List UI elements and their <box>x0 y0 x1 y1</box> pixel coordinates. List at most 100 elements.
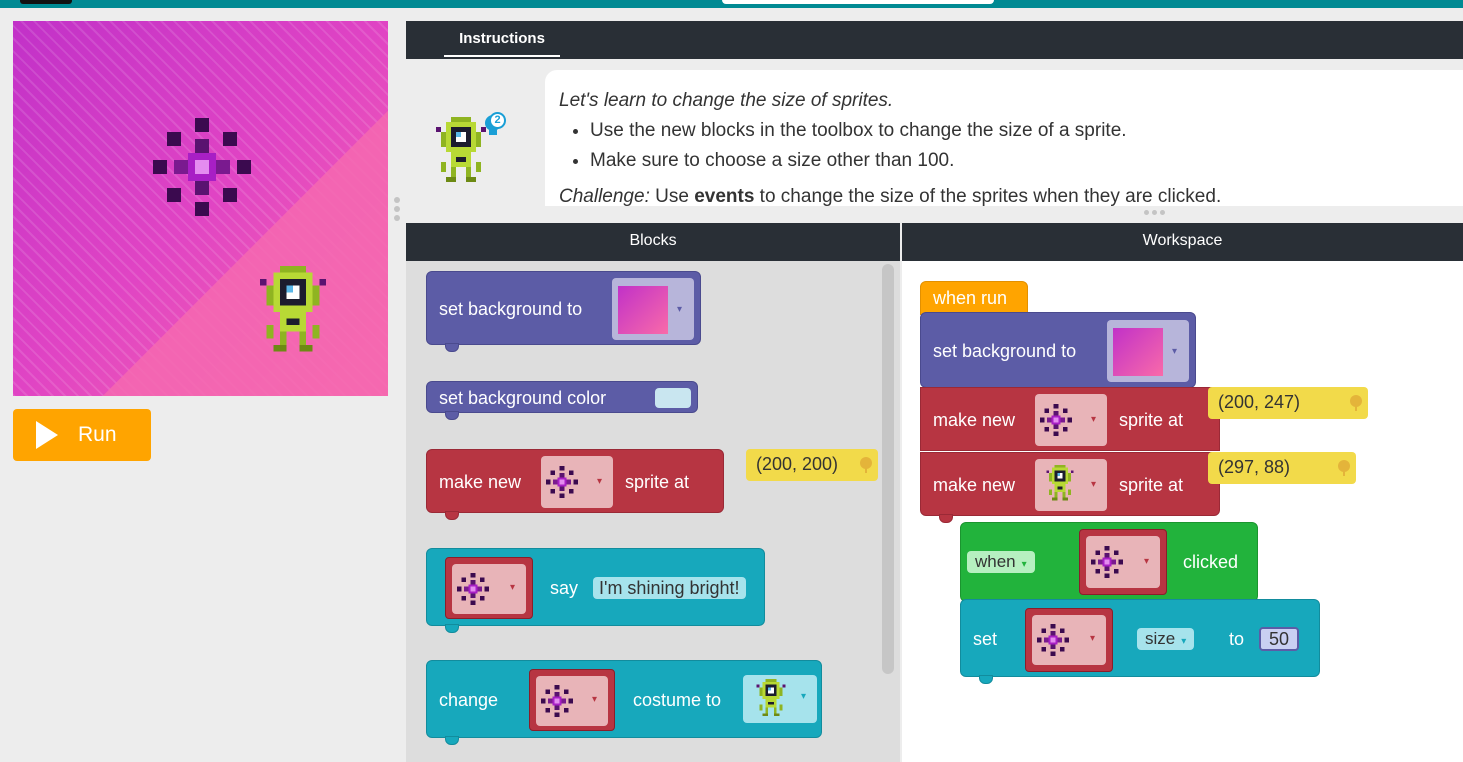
dropdown-caret-icon: ▾ <box>1090 633 1096 644</box>
tab-instructions[interactable]: Instructions <box>444 21 560 57</box>
dropdown-caret-icon: ▾ <box>510 582 516 593</box>
pin-icon <box>860 457 872 473</box>
change-costume-block[interactable]: change ▾ costume to ▾ <box>426 660 822 745</box>
block-label: change <box>439 690 499 710</box>
toolbox-scrollbar[interactable] <box>882 264 894 674</box>
dropdown-caret-icon: ▾ <box>801 691 807 702</box>
when-run-block[interactable]: when run <box>920 281 1028 315</box>
background-swatch <box>1113 328 1163 376</box>
color-input-slot[interactable] <box>655 388 691 408</box>
dropdown-caret-icon: ▾ <box>1091 479 1097 490</box>
sprite-picker[interactable]: ▾ <box>452 564 526 614</box>
coordinate-input[interactable]: (297, 88) <box>1208 452 1356 484</box>
toolbox: set background to ▾ set background color… <box>406 261 900 762</box>
background-picker[interactable]: ▾ <box>612 278 694 340</box>
set-background-color-block[interactable]: set background color <box>426 381 698 420</box>
sprite-picker[interactable]: ▾ <box>1035 394 1107 446</box>
workspace[interactable]: when run set background to ▾ make new ▾ … <box>902 261 1463 762</box>
logo[interactable] <box>20 0 72 4</box>
star-sprite-icon[interactable] <box>153 118 251 216</box>
block-label: sprite at <box>1119 475 1184 495</box>
block-label: to <box>1229 629 1245 649</box>
challenge-text: Challenge: Use events to change the size… <box>559 186 1222 206</box>
block-label: sprite at <box>1119 410 1184 430</box>
instruction-bullet: Use the new blocks in the toolbox to cha… <box>590 120 1461 142</box>
pin-icon <box>1350 395 1362 411</box>
when-clicked-block[interactable]: when ▾ ▾ clicked <box>960 522 1258 602</box>
background-picker[interactable]: ▾ <box>1107 320 1189 382</box>
set-background-block[interactable]: set background to ▾ <box>920 312 1196 388</box>
level-progress-bar <box>722 0 994 4</box>
make-new-sprite-block[interactable]: make new ▾ sprite at <box>920 387 1220 451</box>
sprite-slot[interactable]: ▾ <box>1079 529 1167 595</box>
instructions-bullets: Use the new blocks in the toolbox to cha… <box>590 120 1461 172</box>
make-new-sprite-block[interactable]: make new ▾ sprite at <box>426 449 724 520</box>
block-label: costume to <box>633 690 722 710</box>
block-label: when run <box>933 288 1008 308</box>
star-sprite-icon <box>1091 546 1123 578</box>
sprite-slot[interactable]: ▾ <box>1025 608 1113 672</box>
alien-sprite-icon <box>1046 465 1074 501</box>
block-label: set <box>973 629 998 649</box>
size-value-input[interactable]: 50 <box>1259 627 1300 651</box>
coordinate-input[interactable]: (200, 200) <box>746 449 878 481</box>
instructions-bubble: Let's learn to change the size of sprite… <box>545 70 1463 206</box>
make-new-sprite-block[interactable]: make new ▾ sprite at <box>920 452 1220 523</box>
alien-sprite-icon <box>756 679 786 717</box>
instructions-lead: Let's learn to change the size of sprite… <box>559 90 894 111</box>
dropdown-caret-icon: ▾ <box>597 476 603 487</box>
vertical-splitter[interactable] <box>394 197 400 221</box>
top-header-bar <box>0 0 1463 8</box>
sprite-picker[interactable]: ▾ <box>1035 459 1107 511</box>
block-label: say <box>550 578 579 598</box>
block-label: make new <box>933 410 1016 430</box>
workspace-header: Workspace <box>902 223 1463 261</box>
sprite-picker[interactable]: ▾ <box>541 456 613 508</box>
coordinate-input[interactable]: (200, 247) <box>1208 387 1368 419</box>
star-sprite-icon <box>541 685 573 717</box>
sprite-picker[interactable]: ▾ <box>1086 536 1160 588</box>
dropdown-caret-icon: ▾ <box>1172 346 1178 357</box>
star-sprite-icon <box>1037 624 1069 656</box>
dropdown-caret-icon: ▾ <box>1144 556 1150 567</box>
sprite-slot[interactable]: ▾ <box>445 557 533 619</box>
event-dropdown[interactable]: when ▾ <box>967 551 1035 573</box>
instructions-resize-handle[interactable] <box>1144 210 1165 215</box>
star-sprite-icon <box>546 466 578 498</box>
block-label: set background to <box>439 299 583 319</box>
property-dropdown[interactable]: size ▾ <box>1137 628 1195 650</box>
run-button-label: Run <box>78 423 117 446</box>
set-size-block[interactable]: set ▾ size ▾ to 50 <box>960 599 1320 684</box>
star-sprite-icon <box>1040 404 1072 436</box>
block-label: make new <box>933 475 1016 495</box>
alien-sprite-icon[interactable] <box>247 266 339 358</box>
sprite-picker[interactable]: ▾ <box>536 676 608 726</box>
dropdown-caret-icon: ▾ <box>1181 636 1187 647</box>
dropdown-caret-icon: ▾ <box>677 304 683 315</box>
play-icon <box>36 421 58 449</box>
instructions-panel: Let's learn to change the size of sprite… <box>406 59 1463 206</box>
run-button[interactable]: Run <box>13 409 151 461</box>
hint-count-badge: 2 <box>489 112 506 129</box>
dropdown-caret-icon: ▾ <box>1091 414 1097 425</box>
star-sprite-icon <box>457 573 489 605</box>
block-label: sprite at <box>625 472 690 492</box>
dropdown-caret-icon: ▾ <box>592 694 598 705</box>
say-block[interactable]: ▾ say I'm shining bright! <box>426 548 765 633</box>
set-background-block[interactable]: set background to ▾ <box>426 271 701 352</box>
pin-icon <box>1338 460 1350 476</box>
background-swatch <box>618 286 668 334</box>
block-label: set background to <box>933 341 1077 361</box>
block-label: clicked <box>1183 552 1239 572</box>
instructions-header: Instructions <box>406 21 1463 59</box>
block-label: set background color <box>439 388 607 408</box>
say-text-input[interactable]: I'm shining bright! <box>593 577 746 599</box>
dropdown-caret-icon: ▾ <box>1021 559 1027 570</box>
block-label: make new <box>439 472 522 492</box>
costume-picker[interactable]: ▾ <box>743 675 817 723</box>
instruction-bullet: Make sure to choose a size other than 10… <box>590 150 1461 172</box>
sprite-picker[interactable]: ▾ <box>1032 615 1106 665</box>
blocks-header: Blocks <box>406 223 900 261</box>
game-canvas[interactable] <box>13 21 388 396</box>
sprite-slot[interactable]: ▾ <box>529 669 615 731</box>
